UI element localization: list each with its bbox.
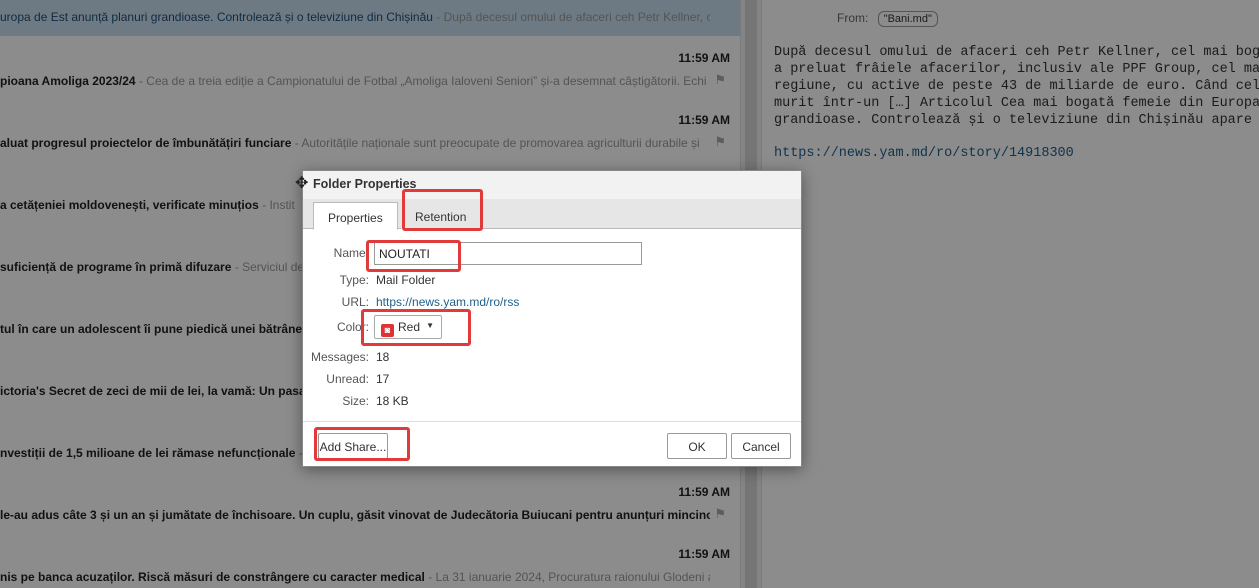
type-value: Mail Folder	[376, 273, 436, 287]
ok-button[interactable]: OK	[667, 433, 727, 459]
dialog-title: Folder Properties	[313, 177, 417, 191]
url-row: URL: https://news.yam.md/ro/rss	[303, 295, 801, 315]
messages-row: Messages: 18	[303, 350, 801, 370]
messages-label: Messages:	[310, 350, 369, 364]
url-label: URL:	[341, 295, 369, 309]
messages-value: 18	[376, 350, 390, 364]
name-label: Name:	[333, 246, 369, 260]
color-label: Color:	[336, 320, 369, 334]
dialog-tabs: Properties Retention	[303, 199, 801, 230]
type-label: Type:	[339, 273, 369, 287]
dialog-titlebar[interactable]: ✥ Folder Properties	[295, 171, 801, 199]
color-dropdown[interactable]: ◙ Red ▼	[374, 315, 442, 339]
color-value: Red	[398, 320, 421, 334]
unread-value: 17	[376, 372, 390, 386]
size-row: Size: 18 KB	[303, 394, 801, 414]
tab-properties[interactable]: Properties	[313, 202, 398, 230]
type-row: Type: Mail Folder	[303, 273, 801, 293]
dialog-divider	[303, 421, 801, 422]
url-value[interactable]: https://news.yam.md/ro/rss	[376, 295, 519, 309]
folder-properties-dialog: ✥ Folder Properties Properties Retention…	[295, 170, 802, 467]
unread-row: Unread: 17	[303, 372, 801, 392]
chevron-down-icon: ▼	[426, 321, 434, 330]
add-share-button[interactable]: Add Share...	[318, 433, 388, 459]
move-cursor-icon: ✥	[295, 175, 309, 192]
size-label: Size:	[342, 394, 369, 408]
folder-name-input[interactable]	[374, 242, 642, 265]
unread-label: Unread:	[326, 372, 369, 386]
cancel-button[interactable]: Cancel	[731, 433, 791, 459]
rss-color-swatch-icon: ◙	[381, 324, 394, 337]
name-row: Name:	[303, 242, 801, 266]
size-value: 18 KB	[376, 394, 409, 408]
color-row: Color: ◙ Red ▼	[303, 315, 801, 340]
tab-retention[interactable]: Retention	[401, 202, 481, 229]
